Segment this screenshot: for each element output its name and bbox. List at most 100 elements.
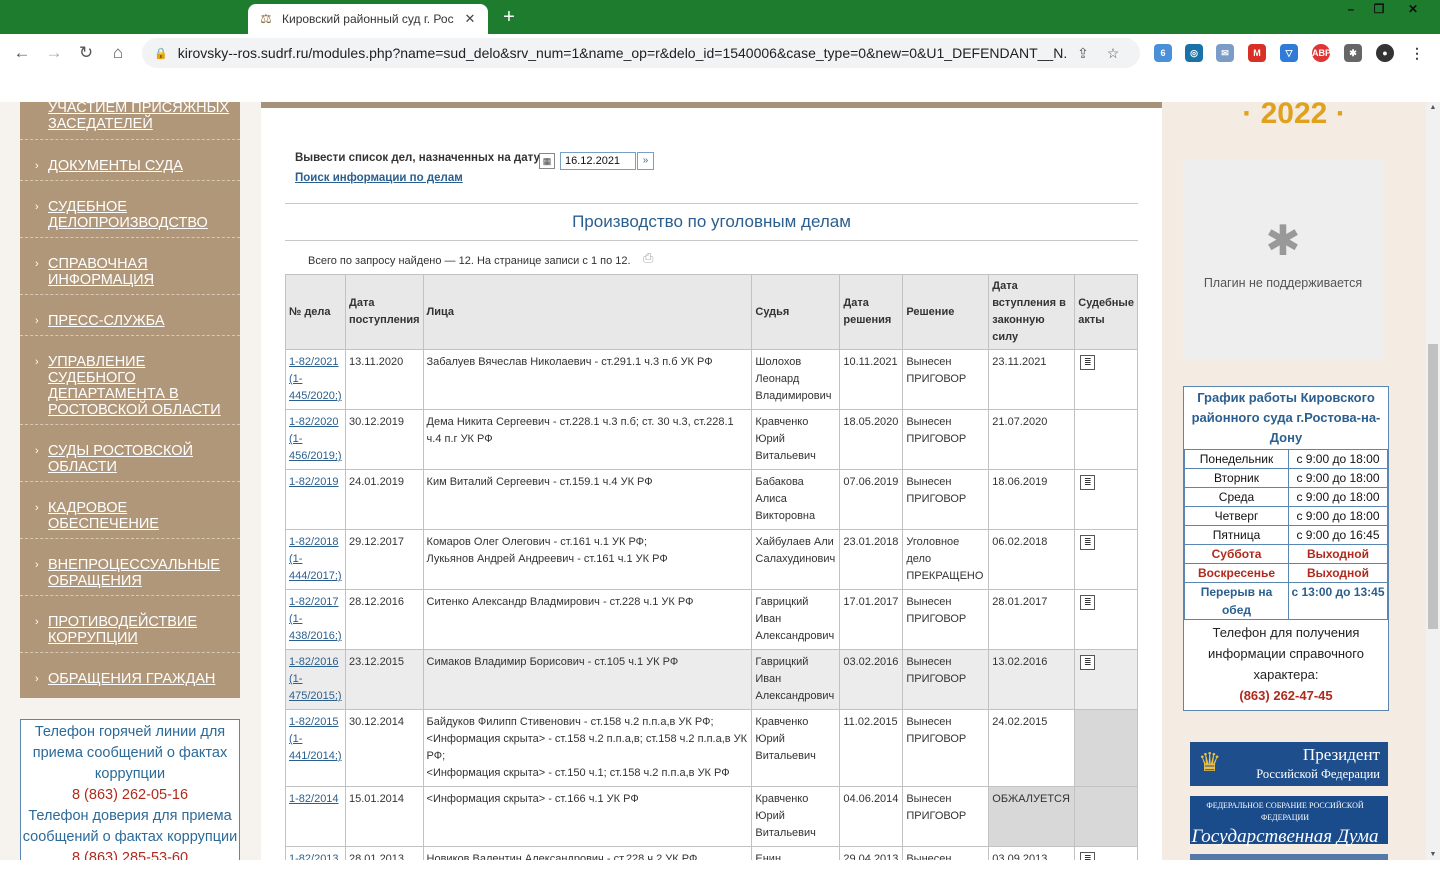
- sidebar-item-appeals[interactable]: › Обращения граждан: [20, 653, 240, 698]
- schedule-day: Понедельник: [1184, 449, 1289, 469]
- close-tab-icon[interactable]: ✕: [462, 11, 478, 27]
- home-icon[interactable]: ⌂: [102, 43, 134, 63]
- schedule-day: Среда: [1184, 487, 1289, 507]
- case-number-link[interactable]: 1-82/2019: [289, 476, 339, 488]
- cell-judge: Гаврицкий Иван Александрович: [751, 589, 841, 650]
- sidebar-item-label[interactable]: Пресс-служба: [48, 313, 233, 329]
- print-icon[interactable]: ⎙: [643, 250, 653, 266]
- extension-shield-icon[interactable]: ▽: [1280, 44, 1298, 62]
- cell-judge: Шолохов Леонард Владимирович: [751, 349, 841, 410]
- sidebar-item-label[interactable]: Судебное делопроизводство: [48, 199, 218, 231]
- page-viewport: Участием присяжных заседателей › Докумен…: [0, 102, 1426, 860]
- table-row: 1-82/2016 (1-475/2015;) 23.12.2015 Симаков…: [285, 649, 1138, 710]
- extension-mail-icon[interactable]: ✉: [1216, 44, 1234, 62]
- sidebar-item-label[interactable]: Внепроцессуальные обращения: [48, 557, 233, 589]
- schedule-time: с 9:00 до 18:00: [1288, 449, 1388, 469]
- minimize-button[interactable]: –: [1338, 0, 1364, 18]
- cell-received-date: 24.01.2019: [344, 469, 424, 530]
- bookmark-star-icon[interactable]: ☆: [1098, 45, 1128, 62]
- cell-case-number-link: 1-82/2017 (1-438/2016;): [285, 589, 346, 650]
- sidebar-item-staff[interactable]: › Кадровое обеспечение: [20, 482, 240, 539]
- case-number-link[interactable]: 1-82/2017 (1-438/2016;): [289, 596, 342, 642]
- case-number-link[interactable]: 1-82/2015 (1-441/2014;): [289, 716, 342, 762]
- extension-camera-icon[interactable]: ◎: [1185, 44, 1203, 62]
- cell-received-date: 30.12.2014: [344, 709, 424, 787]
- sidebar-item-extraprocedural[interactable]: › Внепроцессуальные обращения: [20, 539, 240, 596]
- puzzle-piece-icon: ✱: [1265, 217, 1301, 264]
- restore-button[interactable]: ❐: [1366, 0, 1392, 18]
- browser-menu-icon[interactable]: ⋮: [1408, 44, 1426, 62]
- cell-persons: Симаков Владимир Борисович - ст.105 ч.1 …: [422, 649, 753, 710]
- person-line: Забалуев Вячеслав Николаевич - ст.291.1 …: [426, 356, 713, 368]
- chevron-right-icon: ›: [35, 445, 39, 457]
- browser-tab[interactable]: ⚖ Кировский районный суд г. Рос ✕: [248, 4, 488, 34]
- extension-cloud-icon[interactable]: 6: [1154, 44, 1172, 62]
- scroll-down-icon[interactable]: ▼: [1426, 851, 1440, 858]
- case-search-link[interactable]: Поиск информации по делам: [295, 172, 463, 184]
- case-number-link[interactable]: 1-82/2021 (1-445/2020;): [289, 356, 342, 402]
- sidebar-item-documents[interactable]: › Документы суда: [20, 140, 240, 181]
- lock-icon[interactable]: 🔒: [154, 47, 168, 60]
- cell-case-number-link: 1-82/2014: [285, 786, 346, 847]
- sidebar-item-reference[interactable]: › Справочная информация: [20, 238, 240, 295]
- president-banner[interactable]: ♛ Президент Российской Федерации: [1190, 742, 1388, 786]
- case-number-link[interactable]: 1-82/2020 (1-456/2019;): [289, 416, 342, 462]
- sidebar-item-label[interactable]: Справочная информация: [48, 256, 188, 288]
- document-icon[interactable]: ≣: [1080, 852, 1096, 860]
- person-line: <Информация скрыта> - ст.150 ч.1; ст.158…: [426, 767, 730, 779]
- extension-gmail-icon[interactable]: M: [1248, 44, 1266, 62]
- sidebar-item-department[interactable]: › Управление Судебного департамента в Ро…: [20, 336, 240, 425]
- lunch-label: Перерыв на обед: [1184, 582, 1289, 620]
- document-icon[interactable]: ≣: [1080, 535, 1096, 550]
- reload-icon[interactable]: ↻: [70, 43, 102, 63]
- sidebar-item-jury[interactable]: Участием присяжных заседателей: [20, 102, 240, 140]
- sidebar-item-label[interactable]: Противодействие коррупции: [48, 614, 208, 646]
- case-number-link[interactable]: 1-82/2014: [289, 793, 339, 805]
- schedule-time: Выходной: [1288, 563, 1388, 583]
- person-line: Ким Виталий Сергеевич - ст.159.1 ч.4 УК …: [426, 476, 653, 488]
- submit-date-icon[interactable]: »: [637, 152, 654, 170]
- sidebar-item-label[interactable]: Суды Ростовской области: [48, 443, 198, 475]
- person-line: <Информация скрыта> - ст.166 ч.1 УК РФ: [426, 793, 639, 805]
- document-icon[interactable]: ≣: [1080, 595, 1096, 610]
- window-close-button[interactable]: ✕: [1400, 0, 1426, 18]
- new-tab-button[interactable]: +: [498, 6, 520, 28]
- forward-arrow-icon[interactable]: →: [38, 43, 70, 63]
- state-duma-banner[interactable]: ФЕДЕРАЛЬНОЕ СОБРАНИЕ РОССИЙСКОЙ ФЕДЕРАЦИ…: [1190, 796, 1388, 847]
- extension-adblock-icon[interactable]: ABP: [1312, 44, 1331, 62]
- scrollbar-thumb[interactable]: [1428, 344, 1438, 629]
- document-icon[interactable]: ≣: [1080, 355, 1096, 370]
- scroll-up-icon[interactable]: ▲: [1426, 104, 1440, 111]
- content-top-border: [261, 102, 1162, 108]
- sidebar-item-proceedings[interactable]: › Судебное делопроизводство: [20, 181, 240, 238]
- sidebar-item-label[interactable]: Кадровое обеспечение: [48, 500, 178, 532]
- table-header-row: № дела Дата поступления Лица Судья Дата …: [285, 274, 1138, 350]
- sidebar-item-label[interactable]: Обращения граждан: [48, 671, 233, 687]
- back-arrow-icon[interactable]: ←: [6, 43, 38, 63]
- third-banner[interactable]: [1190, 854, 1388, 860]
- case-number-link[interactable]: 1-82/2018 (1-444/2017;): [289, 536, 342, 582]
- document-icon[interactable]: ≣: [1080, 655, 1096, 670]
- sidebar-item-anticorruption[interactable]: › Противодействие коррупции: [20, 596, 240, 653]
- calendar-icon[interactable]: ▦: [539, 153, 555, 169]
- sidebar-item-courts[interactable]: › Суды Ростовской области: [20, 425, 240, 482]
- sidebar-item-press[interactable]: › Пресс-служба: [20, 295, 240, 336]
- date-input[interactable]: 16.12.2021: [560, 152, 636, 170]
- profile-avatar[interactable]: ●: [1376, 44, 1394, 62]
- table-row: 1-82/2018 (1-444/2017;) 29.12.2017 Комаров…: [285, 529, 1138, 590]
- extensions-puzzle-icon[interactable]: ✱: [1344, 44, 1362, 62]
- share-icon[interactable]: ⇪: [1068, 45, 1098, 62]
- case-number-link[interactable]: 1-82/2016 (1-475/2015;): [289, 656, 342, 702]
- cell-received-date: 28.01.2013: [344, 846, 424, 860]
- sidebar-item-label[interactable]: Управление Судебного департамента в Рост…: [48, 354, 223, 418]
- cell-decision-date: 17.01.2017: [839, 589, 904, 650]
- document-icon[interactable]: ≣: [1080, 475, 1096, 490]
- case-number-link[interactable]: 1-82/2013: [289, 853, 339, 860]
- sidebar-item-label[interactable]: Участием присяжных заседателей: [48, 102, 233, 132]
- sidebar-item-label[interactable]: Документы суда: [48, 158, 233, 174]
- cell-decision: Вынесен ПРИГОВОР: [902, 786, 990, 847]
- cell-decision: Вынесен ПРИГОВОР: [902, 589, 990, 650]
- cell-received-date: 29.12.2017: [344, 529, 424, 590]
- url-text[interactable]: kirovsky--ros.sudrf.ru/modules.php?name=…: [178, 45, 1068, 61]
- address-bar[interactable]: 🔒 kirovsky--ros.sudrf.ru/modules.php?nam…: [142, 38, 1140, 68]
